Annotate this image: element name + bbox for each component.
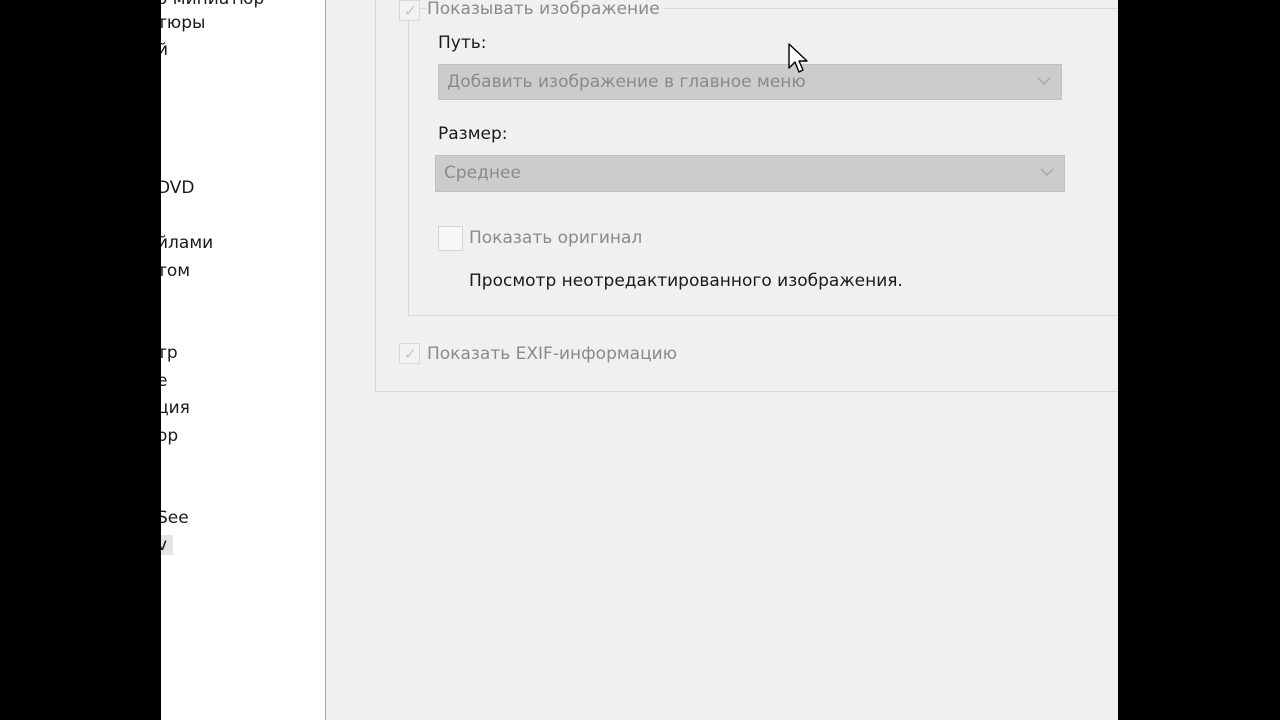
mouse-pointer-icon bbox=[788, 43, 808, 73]
show-original-description: Просмотр неотредактированного изображени… bbox=[469, 271, 903, 291]
size-dropdown[interactable]: Среднее bbox=[435, 155, 1065, 192]
tree-item[interactable]: е bbox=[161, 371, 167, 391]
settings-window: о миниатюр тюры й DVD йлами том тр е ция… bbox=[161, 0, 1118, 720]
tree-item[interactable]: йлами bbox=[161, 233, 213, 253]
tree-item-selected[interactable]: v bbox=[161, 535, 174, 555]
settings-category-tree[interactable]: о миниатюр тюры й DVD йлами том тр е ция… bbox=[161, 0, 326, 720]
tree-item[interactable]: о миниатюр bbox=[161, 0, 264, 9]
tree-item[interactable]: тр bbox=[161, 343, 178, 363]
check-icon: ✓ bbox=[404, 2, 417, 20]
check-icon: ✓ bbox=[404, 345, 417, 363]
path-dropdown[interactable]: Добавить изображение в главное меню bbox=[438, 64, 1062, 100]
show-original-checkbox[interactable] bbox=[438, 226, 463, 251]
tree-item[interactable]: DVD bbox=[161, 178, 195, 198]
show-exif-checkbox[interactable]: ✓ bbox=[399, 343, 420, 364]
tree-item[interactable]: ция bbox=[161, 398, 190, 418]
path-label: Путь: bbox=[438, 33, 487, 53]
show-original-label: Показать оригинал bbox=[469, 228, 643, 248]
path-dropdown-value: Добавить изображение в главное меню bbox=[447, 72, 806, 92]
tree-item[interactable]: й bbox=[161, 40, 168, 60]
size-dropdown-value: Среднее bbox=[444, 163, 521, 183]
show-image-checkbox[interactable]: ✓ bbox=[399, 0, 420, 21]
show-exif-label: Показать EXIF-информацию bbox=[427, 344, 678, 364]
size-label: Размер: bbox=[438, 124, 508, 144]
tree-item[interactable]: том bbox=[161, 261, 190, 281]
tree-item[interactable]: ор bbox=[161, 426, 178, 446]
chevron-down-icon bbox=[1037, 77, 1051, 86]
tree-item[interactable]: тюры bbox=[161, 13, 205, 33]
show-image-label: Показывать изображение bbox=[427, 0, 664, 20]
tree-item[interactable]: See bbox=[161, 508, 189, 528]
chevron-down-icon bbox=[1040, 168, 1054, 177]
